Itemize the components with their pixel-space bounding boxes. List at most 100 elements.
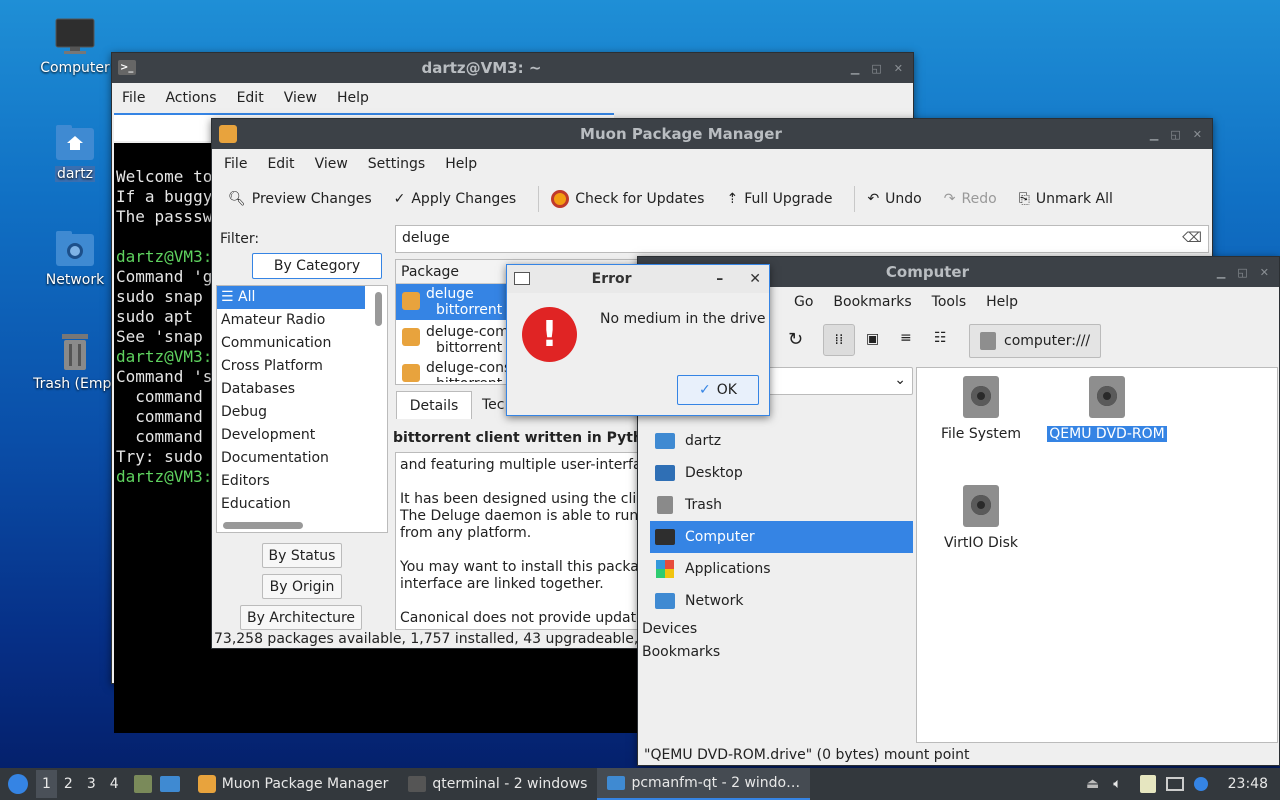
by-category-button[interactable]: By Category xyxy=(252,253,382,279)
muon-titlebar[interactable]: Muon Package Manager ▁ ◱ ✕ xyxy=(212,119,1212,149)
category-item[interactable]: Databases xyxy=(217,378,387,401)
menu-bookmarks[interactable]: Bookmarks xyxy=(823,294,921,310)
place-dartz[interactable]: dartz xyxy=(650,425,913,457)
archive-icon[interactable] xyxy=(133,775,152,793)
minimize-icon[interactable]: ▁ xyxy=(1150,128,1158,141)
by-status-button[interactable]: By Status xyxy=(262,543,342,568)
workspace-3[interactable]: 3 xyxy=(80,770,103,798)
category-item[interactable]: ☰ All xyxy=(217,286,365,309)
ok-button[interactable]: ✓ OK xyxy=(677,375,759,405)
places-list: dartz Desktop Trash Computer Application… xyxy=(650,425,913,617)
menu-edit[interactable]: Edit xyxy=(227,90,274,106)
undo-button[interactable]: ↶ Undo xyxy=(867,191,921,207)
file-item-filesystem[interactable]: File System xyxy=(921,376,1041,442)
desktop-icon-network[interactable]: Network xyxy=(30,228,120,288)
network-tray-icon[interactable] xyxy=(1165,777,1184,791)
clear-icon[interactable]: ⌫ xyxy=(1182,230,1202,246)
path-button[interactable]: computer:/// xyxy=(969,324,1101,358)
minimize-icon[interactable]: ▁ xyxy=(1217,266,1225,279)
menu-actions[interactable]: Actions xyxy=(155,90,226,106)
file-item-dvdrom[interactable]: QEMU DVD-ROM xyxy=(1047,376,1167,442)
check-updates-button[interactable]: Check for Updates xyxy=(551,190,704,208)
apply-changes-button[interactable]: ✓ Apply Changes xyxy=(394,191,517,207)
menu-help[interactable]: Help xyxy=(435,156,487,172)
menu-settings[interactable]: Settings xyxy=(358,156,435,172)
place-network[interactable]: Network xyxy=(650,585,913,617)
by-category-label: By Category xyxy=(273,258,361,274)
place-computer[interactable]: Computer xyxy=(650,521,913,553)
icon-view-icon[interactable]: ⁞⁞ xyxy=(823,324,855,356)
menu-tools[interactable]: Tools xyxy=(922,294,977,310)
by-origin-button[interactable]: By Origin xyxy=(262,574,342,599)
clipboard-icon[interactable] xyxy=(1139,775,1156,793)
menu-help[interactable]: Help xyxy=(327,90,379,106)
desktop-icon-trash[interactable]: Trash (Empt xyxy=(30,332,120,392)
category-item[interactable]: Debug xyxy=(217,401,387,424)
workspace-2[interactable]: 2 xyxy=(57,770,80,798)
volume-icon[interactable]: 🔈︎ xyxy=(1113,776,1121,792)
menu-view[interactable]: View xyxy=(274,90,327,106)
file-item-virtio[interactable]: VirtIO Disk xyxy=(921,485,1041,551)
detailed-view-icon[interactable]: ☷ xyxy=(934,330,947,346)
menu-edit[interactable]: Edit xyxy=(257,156,304,172)
menu-file[interactable]: File xyxy=(214,156,257,172)
task-qterminal[interactable]: qterminal - 2 windows xyxy=(398,768,597,800)
by-architecture-label: By Architecture xyxy=(246,609,356,626)
category-item[interactable]: Amateur Radio xyxy=(217,309,387,332)
full-upgrade-button[interactable]: ⇡ Full Upgrade xyxy=(726,191,832,207)
maximize-icon[interactable]: ◱ xyxy=(871,62,881,75)
place-desktop[interactable]: Desktop xyxy=(650,457,913,489)
task-pcmanfm[interactable]: pcmanfm-qt - 2 windo… xyxy=(597,768,811,800)
category-item[interactable]: Editors xyxy=(217,470,387,493)
start-menu-icon[interactable] xyxy=(8,774,28,794)
close-icon[interactable]: ✕ xyxy=(894,62,903,75)
show-desktop-icon[interactable] xyxy=(159,776,180,792)
vertical-scrollbar[interactable] xyxy=(375,292,382,326)
preview-label: Preview Changes xyxy=(251,191,372,207)
menu-help[interactable]: Help xyxy=(976,294,1028,310)
devices-header[interactable]: Devices xyxy=(642,621,697,637)
menu-go[interactable]: Go xyxy=(784,294,823,310)
category-item[interactable]: Documentation xyxy=(217,447,387,470)
update-notifier-icon[interactable] xyxy=(1193,777,1208,791)
close-icon[interactable]: ✕ xyxy=(749,271,761,287)
desktop-icon-computer[interactable]: Computer xyxy=(30,16,120,76)
compact-view-icon[interactable]: ≡ xyxy=(900,330,912,346)
place-applications[interactable]: Applications xyxy=(650,553,913,585)
menu-file[interactable]: File xyxy=(112,90,155,106)
desktop-icon-home[interactable]: dartz xyxy=(30,122,120,182)
workspace-1[interactable]: 1 xyxy=(36,770,57,798)
eject-icon[interactable]: ⏏ xyxy=(1086,776,1099,792)
terminal-titlebar[interactable]: >_ dartz@VM3: ~ ▁ ◱ ✕ xyxy=(112,53,913,83)
close-icon[interactable]: ✕ xyxy=(1260,266,1269,279)
tab-details[interactable]: Details xyxy=(396,391,472,419)
category-item[interactable]: Education xyxy=(217,493,387,516)
by-architecture-button[interactable]: By Architecture xyxy=(240,605,362,630)
thumbnail-view-icon[interactable]: ▣ xyxy=(866,331,879,347)
bookmarks-header[interactable]: Bookmarks xyxy=(642,644,720,660)
category-item[interactable]: Cross Platform xyxy=(217,355,387,378)
file-view[interactable]: File System QEMU DVD-ROM VirtIO Disk xyxy=(916,367,1278,743)
error-icon: ! xyxy=(522,307,577,362)
place-trash[interactable]: Trash xyxy=(650,489,913,521)
menu-view[interactable]: View xyxy=(305,156,358,172)
horizontal-scrollbar[interactable] xyxy=(223,522,303,529)
preview-changes-button[interactable]: 🔍︎ Preview Changes xyxy=(228,191,372,207)
maximize-icon[interactable]: ◱ xyxy=(1170,128,1180,141)
redo-button[interactable]: ↷ Redo xyxy=(944,191,997,207)
minimize-icon[interactable]: ▁ xyxy=(851,62,859,75)
terminal-menubar: File Actions Edit View Help xyxy=(112,83,913,113)
unmark-all-button[interactable]: ⎘ Unmark All xyxy=(1019,191,1113,207)
workspace-4[interactable]: 4 xyxy=(103,770,126,798)
error-titlebar[interactable]: Error – ✕ xyxy=(507,265,769,293)
close-icon[interactable]: ✕ xyxy=(1193,128,1202,141)
clock[interactable]: 23:48 xyxy=(1228,776,1268,792)
search-input[interactable]: deluge ⌫ xyxy=(395,225,1209,253)
desktop-icon-label: Network xyxy=(45,272,105,288)
task-muon[interactable]: Muon Package Manager xyxy=(188,768,399,800)
maximize-icon[interactable]: ◱ xyxy=(1237,266,1247,279)
category-item[interactable]: Communication xyxy=(217,332,387,355)
category-item[interactable]: Development xyxy=(217,424,387,447)
minimize-icon[interactable]: – xyxy=(716,271,723,287)
reload-icon[interactable]: ↻ xyxy=(788,329,803,350)
